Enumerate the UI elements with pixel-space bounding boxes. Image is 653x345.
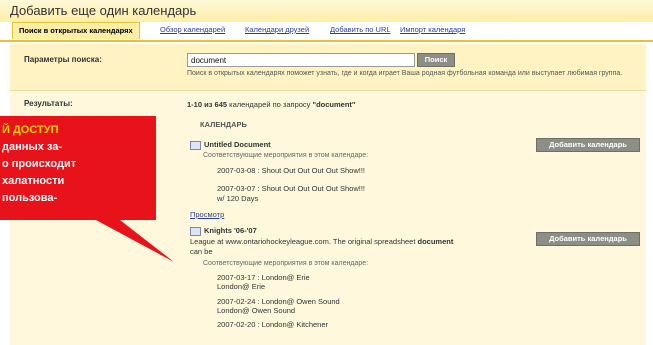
event-item: London@ Erie: [217, 282, 266, 291]
result-description-text: League at www.ontariohockeyleague.com. T…: [190, 237, 416, 246]
callout-heading: Й ДОСТУП: [2, 124, 59, 136]
result-description-tail: can be: [190, 247, 213, 256]
add-calendar-button[interactable]: Добавить календарь: [536, 232, 640, 246]
results-range: 1-10 из 645: [187, 100, 228, 109]
tab-import[interactable]: Импорт календаря: [400, 25, 465, 34]
event-item: 2007-03-08 : Shout Out Out Out Out Show!…: [217, 166, 366, 175]
search-input[interactable]: [187, 53, 415, 67]
event-item: w/ 120 Days: [217, 194, 259, 203]
tab-browse[interactable]: Обзор календарей: [160, 25, 225, 34]
calendar-icon: [190, 141, 201, 150]
callout-line: халатности: [2, 175, 65, 187]
tab-add-by-url[interactable]: Добавить по URL: [330, 25, 391, 34]
callout-text: Й ДОСТУП данных за- о происходит халатно…: [2, 122, 170, 207]
tab-friends[interactable]: Календари друзей: [245, 25, 309, 34]
results-summary: 1-10 из 645 календарей по запросу "docum…: [187, 100, 355, 109]
search-row: Параметры поиска: Поиск Поиск в открытых…: [10, 44, 646, 91]
matching-events-label: Соответствующие мероприятия в этом кален…: [203, 260, 369, 267]
result-name[interactable]: Untitled Document: [204, 140, 271, 149]
result-description-highlight: document: [417, 237, 454, 246]
search-label: Параметры поиска:: [24, 55, 102, 64]
result-description: League at www.ontariohockeyleague.com. T…: [190, 237, 453, 246]
event-item: 2007-02-20 : London@ Kitchener: [217, 320, 329, 329]
preview-link[interactable]: Просмотр: [190, 210, 224, 219]
page-title: Добавить еще один календарь: [10, 3, 197, 18]
tab-bar: Поиск в открытых календарях Обзор календ…: [0, 22, 653, 42]
event-item: 2007-03-17 : London@ Erie: [217, 273, 310, 282]
results-label: Результаты:: [24, 99, 73, 108]
tab-search-public[interactable]: Поиск в открытых календарях: [12, 22, 140, 39]
callout-line: пользова-: [2, 192, 58, 204]
results-section-heading: КАЛЕНДАРЬ: [200, 120, 247, 129]
add-calendar-button[interactable]: Добавить календарь: [536, 138, 640, 152]
results-query: "document": [312, 100, 356, 109]
matching-events-label: Соответствующие мероприятия в этом кален…: [203, 152, 369, 159]
search-button[interactable]: Поиск: [417, 53, 455, 67]
result-name[interactable]: Knights '06-'07: [204, 226, 257, 235]
page-header: Добавить еще один календарь: [0, 0, 653, 22]
calendar-icon: [190, 227, 201, 236]
callout-line: о происходит: [2, 158, 77, 170]
search-hint: Поиск в открытых календарях поможет узна…: [187, 70, 623, 77]
results-summary-text: календарей по запросу: [229, 100, 311, 109]
callout-line: данных за-: [2, 141, 63, 153]
event-item: 2007-02-24 : London@ Owen Sound: [217, 297, 340, 306]
event-item: London@ Owen Sound: [217, 306, 296, 315]
annotation-callout: Й ДОСТУП данных за- о происходит халатно…: [0, 116, 176, 266]
event-item: 2007-03-07 : Shout Out Out Out Out Show!…: [217, 184, 366, 193]
